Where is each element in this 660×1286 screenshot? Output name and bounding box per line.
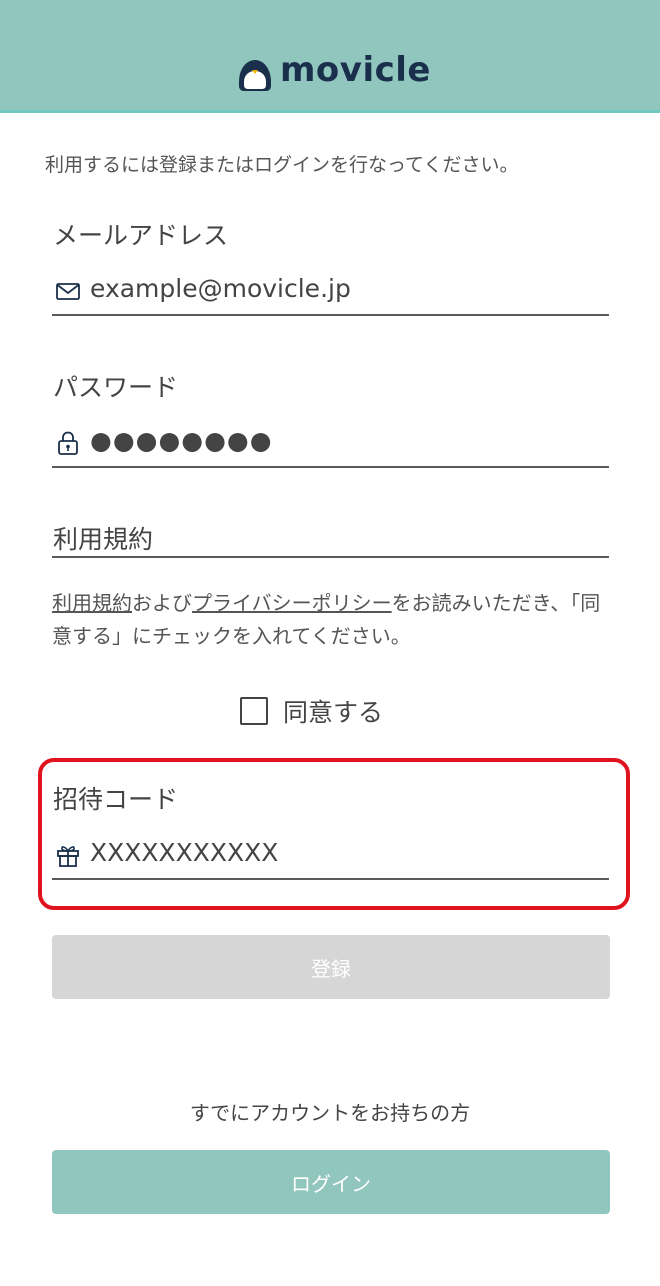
- mail-icon: [56, 283, 80, 300]
- terms-description: 利用規約およびプライバシーポリシーをお読みいただき、「同意する」にチェックを入れ…: [52, 587, 612, 653]
- penguin-logo-icon: [239, 60, 271, 91]
- terms-divider: [52, 556, 609, 558]
- terms-and-text: および: [132, 591, 192, 615]
- invite-code-highlight: [38, 758, 630, 910]
- password-label: パスワード: [53, 373, 179, 402]
- password-field-wrapper: [52, 418, 609, 468]
- lock-icon: [58, 431, 78, 455]
- email-input[interactable]: [90, 266, 600, 310]
- email-field-wrapper: [52, 266, 609, 316]
- have-account-text: すでにアカウントをお持ちの方: [189, 1101, 471, 1125]
- intro-text: 利用するには登録またはログインを行なってください。: [45, 154, 519, 176]
- register-button[interactable]: 登録: [52, 935, 610, 999]
- login-button[interactable]: ログイン: [52, 1150, 610, 1214]
- brand-name: movicle: [280, 50, 431, 90]
- password-input[interactable]: [90, 418, 600, 462]
- agree-label: 同意する: [283, 698, 384, 727]
- terms-heading: 利用規約: [53, 525, 154, 554]
- privacy-policy-link[interactable]: プライバシーポリシー: [192, 591, 392, 615]
- terms-link[interactable]: 利用規約: [52, 591, 132, 615]
- checkbox-square-icon[interactable]: [240, 697, 268, 725]
- app-header: movicle: [0, 0, 660, 113]
- email-label: メールアドレス: [53, 221, 229, 250]
